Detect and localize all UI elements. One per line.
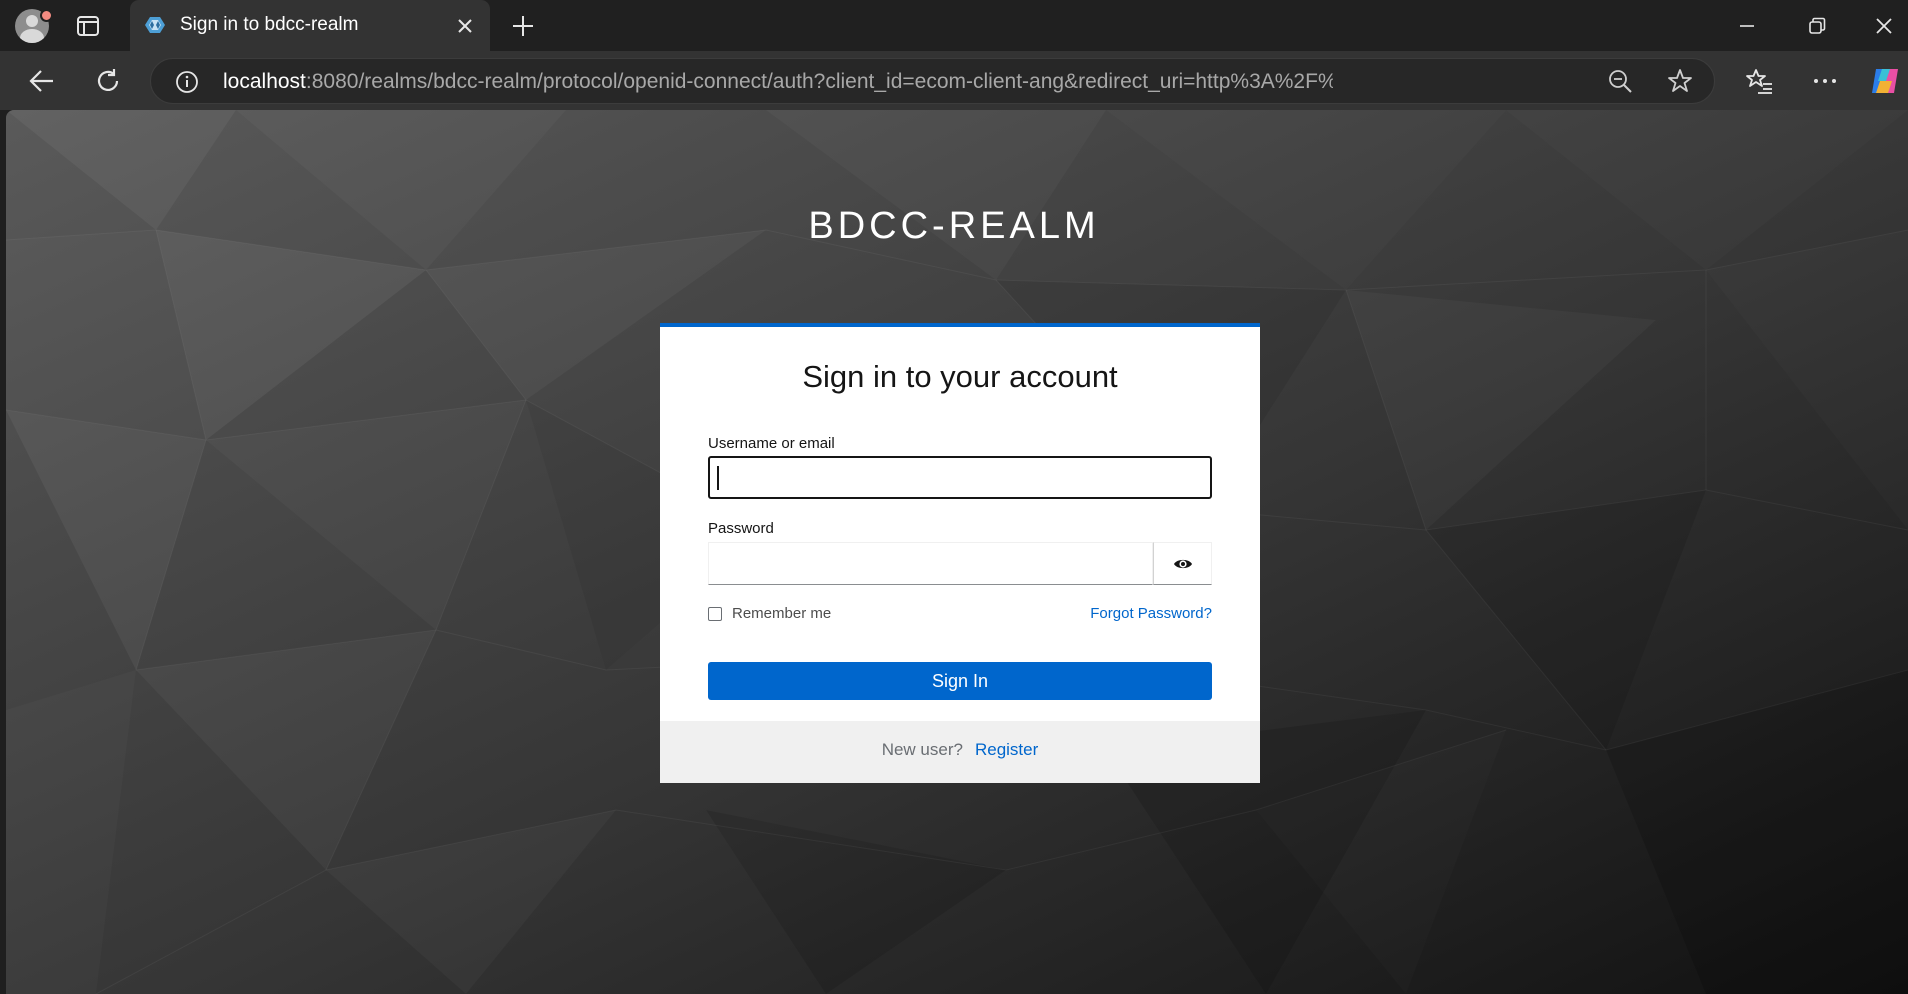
url-text[interactable]: localhost:8080/realms/bdcc-realm/protoco… — [223, 70, 1333, 94]
url-host: localhost — [223, 70, 306, 93]
password-input[interactable] — [708, 542, 1153, 585]
register-link[interactable]: Register — [975, 740, 1038, 759]
back-icon[interactable] — [27, 66, 57, 96]
username-label: Username or email — [708, 435, 835, 452]
address-bar[interactable]: localhost:8080/realms/bdcc-realm/protoco… — [150, 58, 1715, 104]
tab-actions-icon[interactable] — [75, 13, 101, 39]
realm-title: BDCC-REALM — [808, 205, 1100, 247]
browser-toolbar: localhost:8080/realms/bdcc-realm/protoco… — [0, 51, 1908, 110]
notification-dot — [40, 9, 53, 22]
username-input[interactable] — [708, 456, 1212, 499]
remember-me-checkbox[interactable] — [708, 607, 722, 621]
footer-text: New user? Register — [660, 740, 1260, 760]
text-caret — [717, 466, 719, 490]
favorites-list-icon[interactable] — [1744, 66, 1774, 96]
reload-icon[interactable] — [93, 66, 123, 96]
copilot-icon[interactable] — [1868, 65, 1902, 97]
login-card: Sign in to your account Username or emai… — [660, 323, 1260, 783]
show-password-button[interactable] — [1153, 542, 1212, 585]
eye-icon — [1174, 559, 1192, 569]
card-footer: New user? Register — [660, 721, 1260, 783]
new-user-text: New user? — [881, 740, 963, 759]
login-heading: Sign in to your account — [802, 359, 1118, 394]
keycloak-favicon-icon — [145, 17, 165, 33]
forgot-password-link[interactable]: Forgot Password? — [1090, 605, 1212, 622]
restore-icon[interactable] — [1803, 12, 1831, 40]
favorite-star-icon[interactable] — [1666, 67, 1694, 95]
site-info-icon[interactable] — [175, 70, 199, 94]
url-path: :8080/realms/bdcc-realm/protocol/openid-… — [305, 70, 1333, 93]
password-label: Password — [708, 520, 774, 537]
zoom-icon[interactable] — [1606, 67, 1634, 95]
close-tab-icon[interactable] — [455, 16, 475, 36]
active-tab[interactable]: Sign in to bdcc-realm — [130, 0, 490, 51]
minimize-icon[interactable] — [1733, 12, 1761, 40]
sign-in-button[interactable]: Sign In — [708, 662, 1212, 700]
new-tab-icon[interactable] — [510, 13, 536, 39]
close-window-icon[interactable] — [1870, 12, 1898, 40]
more-options-icon[interactable] — [1810, 66, 1840, 96]
tab-title: Sign in to bdcc-realm — [180, 14, 359, 35]
page-content: BDCC-REALM Sign in to your account Usern… — [6, 110, 1908, 994]
remember-me-label[interactable]: Remember me — [732, 605, 831, 622]
tab-strip: Sign in to bdcc-realm — [0, 0, 1908, 51]
